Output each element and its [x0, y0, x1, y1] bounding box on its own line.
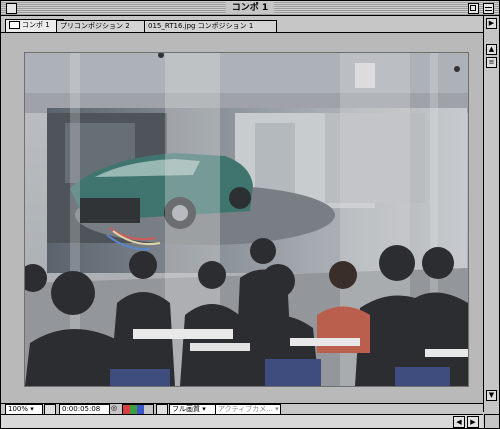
resize-handle-icon[interactable] — [484, 414, 499, 428]
side-controls: ▶ ▲ ≡ ▼ — [483, 16, 499, 412]
status-bar: 100% ▾ 0:00:05:08 ◎ フル画質 ▾ アクティブカメ... ▾ — [1, 403, 483, 415]
tab-label: プリコンポジション 2 — [60, 22, 130, 30]
channel-blue — [137, 405, 144, 414]
horizontal-scrollbar[interactable]: ◀ ▶ — [1, 414, 483, 428]
window-title: コンポ 1 — [225, 2, 275, 14]
composition-frame-image — [25, 53, 468, 386]
composition-panel — [1, 33, 483, 403]
close-box-icon[interactable] — [6, 3, 17, 14]
zoom-value: 100% — [8, 405, 29, 413]
panel-menu-arrow-icon[interactable]: ▶ — [486, 18, 497, 29]
menu-list-icon[interactable]: ≡ — [486, 57, 497, 68]
title-bar[interactable]: コンポ 1 — [1, 1, 499, 16]
tab-bar: コンポ 1 プリコンポジション 2 015_RT16.jpg コンポジション 1 — [1, 16, 483, 33]
camera-icon[interactable]: ◎ — [109, 404, 119, 413]
scroll-right-icon[interactable]: ▶ — [467, 416, 479, 428]
zoom-box-icon[interactable] — [468, 3, 479, 14]
channel-red — [123, 405, 130, 414]
channel-green — [130, 405, 137, 414]
composition-window: コンポ 1 コンポ 1 プリコンポジション 2 015_RT16.jpg コンポ… — [0, 0, 500, 429]
scroll-up-icon[interactable]: ▲ — [486, 44, 497, 55]
tab-label: 015_RT16.jpg コンポジション 1 — [148, 22, 254, 30]
tab-rt16-composition-1[interactable]: 015_RT16.jpg コンポジション 1 — [144, 20, 277, 32]
camera-value: アクティブカメ... — [218, 405, 273, 413]
tab-label: コンポ 1 — [22, 21, 50, 29]
tab-precomposition-2[interactable]: プリコンポジション 2 — [56, 20, 151, 32]
composition-viewer[interactable] — [24, 52, 469, 387]
scroll-down-icon[interactable]: ▼ — [486, 390, 497, 401]
collapse-box-icon[interactable] — [483, 3, 494, 14]
scroll-left-icon[interactable]: ◀ — [453, 416, 465, 428]
resolution-value: フル画質 — [172, 405, 200, 413]
composition-icon — [9, 21, 20, 29]
